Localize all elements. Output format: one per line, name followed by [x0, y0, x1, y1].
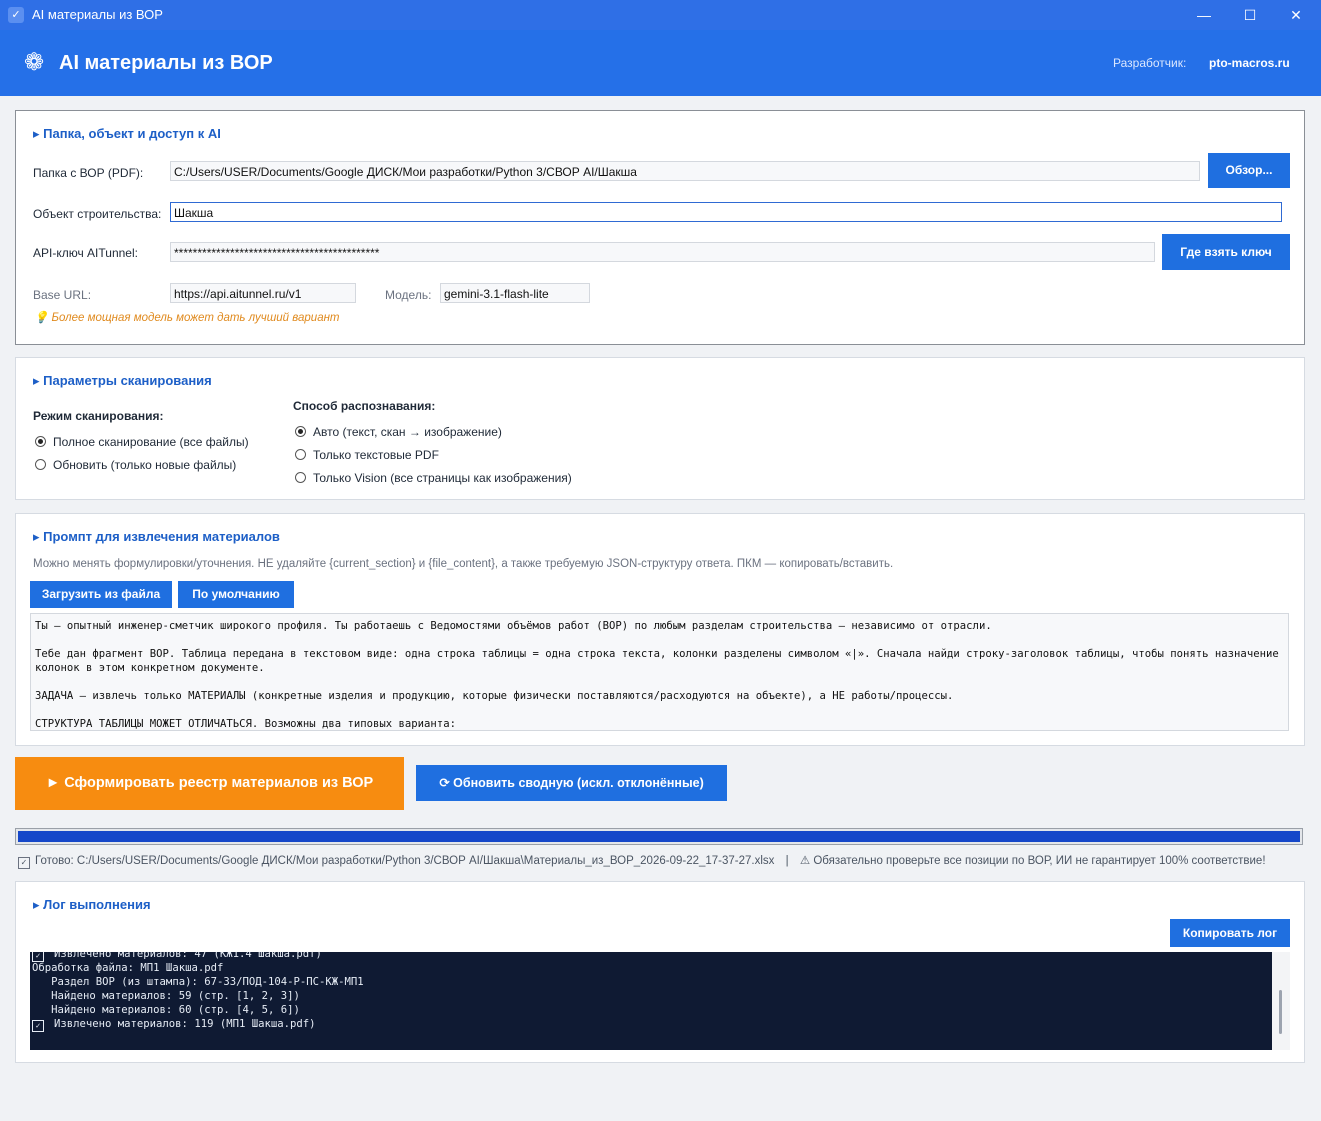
prompt-section-title: ▸ Промпт для извлечения материалов: [33, 529, 280, 544]
status-text: Готово: C:/Users/USER/Documents/Google Д…: [35, 855, 775, 867]
api-key-label: API-ключ AITunnel:: [33, 246, 138, 260]
log-line-text: Обработка файла: МП1 Шакша.pdf: [32, 962, 224, 974]
log-section-title: ▸ Лог выполнения: [33, 897, 151, 912]
object-input[interactable]: Шакша: [170, 202, 1282, 222]
main-panel: ▸ Папка, объект и доступ к AI Папка с ВО…: [3, 96, 1317, 1118]
log-line-text: Найдено материалов: 60 (стр. [4, 5, 6]): [32, 1004, 300, 1016]
scan-section-title: ▸ Параметры сканирования: [33, 373, 212, 388]
radio-label: Полное сканирование (все файлы): [53, 435, 249, 449]
copy-log-button[interactable]: Копировать лог: [1170, 919, 1290, 947]
recognition-label: Способ распознавания:: [293, 399, 436, 413]
access-section-title: ▸ Папка, объект и доступ к AI: [33, 126, 221, 141]
progress-fill: [18, 831, 1300, 842]
radio-indicator: [295, 472, 306, 483]
default-prompt-button[interactable]: По умолчанию: [178, 581, 294, 608]
close-button[interactable]: ✕: [1273, 0, 1319, 30]
log-line: Раздел ВОР (из штампа): 67-33/ПОД-104-Р-…: [32, 975, 1290, 989]
radio-update-scan[interactable]: Обновить (только новые файлы): [35, 458, 236, 472]
folder-input[interactable]: C:/Users/USER/Documents/Google ДИСК/Мои …: [170, 161, 1200, 181]
radio-indicator: [295, 426, 306, 437]
prompt-textarea[interactable]: Ты — опытный инженер-сметчик широкого пр…: [30, 613, 1289, 731]
radio-vision-only[interactable]: Только Vision (все страницы как изображе…: [295, 471, 572, 485]
log-line-text: Извлечено материалов: 119 (МП1 Шакша.pdf…: [54, 1018, 316, 1030]
radio-auto[interactable]: Авто (текст, скан → изображение): [295, 425, 502, 439]
window-titlebar: ✓ AI материалы из ВОР — ☐ ✕: [0, 0, 1321, 30]
radio-label: Только Vision (все страницы как изображе…: [313, 471, 572, 485]
log-scrollbar[interactable]: [1272, 952, 1290, 1050]
app-title: AI материалы из ВОР: [59, 52, 273, 74]
radio-label: Авто (текст, скан → изображение): [313, 425, 502, 439]
status-separator: |: [785, 855, 789, 867]
log-line: Обработка файла: МП1 Шакша.pdf: [32, 961, 1290, 975]
radio-full-scan[interactable]: Полное сканирование (все файлы): [35, 435, 249, 449]
maximize-button[interactable]: ☐: [1227, 0, 1273, 30]
log-line-text: Найдено материалов: 59 (стр. [1, 2, 3]): [32, 990, 300, 1002]
scan-section: ▸ Параметры сканирования Режим сканирова…: [15, 357, 1305, 500]
app-icon: ✓: [8, 7, 24, 23]
progress-bar: [15, 828, 1303, 845]
atom-icon: ❁: [24, 49, 45, 76]
base-url-label: Base URL:: [33, 288, 92, 302]
check-icon: ✓: [32, 1020, 44, 1032]
load-from-file-button[interactable]: Загрузить из файла: [30, 581, 172, 608]
radio-indicator: [35, 459, 46, 470]
model-hint: 💡 Более мощная модель может дать лучший …: [34, 312, 340, 324]
access-section: ▸ Папка, объект и доступ к AI Папка с ВО…: [15, 110, 1305, 345]
browse-button[interactable]: Обзор...: [1208, 153, 1290, 188]
radio-indicator: [295, 449, 306, 460]
api-key-input[interactable]: ****************************************…: [170, 242, 1155, 262]
warning-text: ⚠ Обязательно проверьте все позиции по В…: [799, 855, 1266, 867]
radio-label: Обновить (только новые файлы): [53, 458, 237, 472]
developer-label: Разработчик:: [1113, 56, 1187, 70]
log-line: Найдено материалов: 60 (стр. [4, 5, 6]): [32, 1003, 1290, 1017]
log-line: Найдено материалов: 59 (стр. [1, 2, 3]): [32, 989, 1290, 1003]
scrollbar-thumb[interactable]: [1279, 990, 1282, 1034]
log-line-text: Извлечено материалов: 47 (КЖ1.4 Шакша.pd…: [54, 952, 322, 960]
window-title: AI материалы из ВОР: [32, 7, 163, 22]
radio-label: Только текстовые PDF: [313, 448, 439, 462]
base-url-input[interactable]: https://api.aitunnel.ru/v1: [170, 283, 356, 303]
app-header: ❁ AI материалы из ВОР Разработчик: pto-m…: [0, 30, 1321, 96]
developer-link[interactable]: pto-macros.ru: [1209, 56, 1290, 70]
status-line: ✓ Готово: C:/Users/USER/Documents/Google …: [18, 853, 1266, 869]
check-icon: ✓: [18, 857, 30, 869]
log-line: ✓ Извлечено материалов: 119 (МП1 Шакша.pd…: [32, 1017, 1290, 1032]
refresh-summary-button[interactable]: ⟳ Обновить сводную (искл. отклонённые): [416, 765, 727, 801]
log-line-text: Раздел ВОР (из штампа): 67-33/ПОД-104-Р-…: [32, 976, 364, 988]
log-line: ✓ Извлечено материалов: 47 (КЖ1.4 Шакша.p…: [32, 952, 1290, 962]
model-label: Модель:: [385, 288, 432, 302]
scan-mode-label: Режим сканирования:: [33, 409, 164, 423]
get-key-button[interactable]: Где взять ключ: [1162, 234, 1290, 270]
radio-text-only[interactable]: Только текстовые PDF: [295, 448, 439, 462]
generate-registry-button[interactable]: ► Сформировать реестр материалов из ВОР: [15, 757, 404, 810]
model-input[interactable]: gemini-3.1-flash-lite: [440, 283, 590, 303]
prompt-note: Можно менять формулировки/уточнения. НЕ …: [33, 558, 894, 570]
folder-label: Папка с ВОР (PDF):: [33, 166, 144, 180]
log-output[interactable]: ✓ Извлечено материалов: 47 (КЖ1.4 Шакша.p…: [30, 952, 1290, 1050]
object-label: Объект строительства:: [33, 207, 162, 221]
radio-indicator: [35, 436, 46, 447]
minimize-button[interactable]: —: [1181, 0, 1227, 30]
